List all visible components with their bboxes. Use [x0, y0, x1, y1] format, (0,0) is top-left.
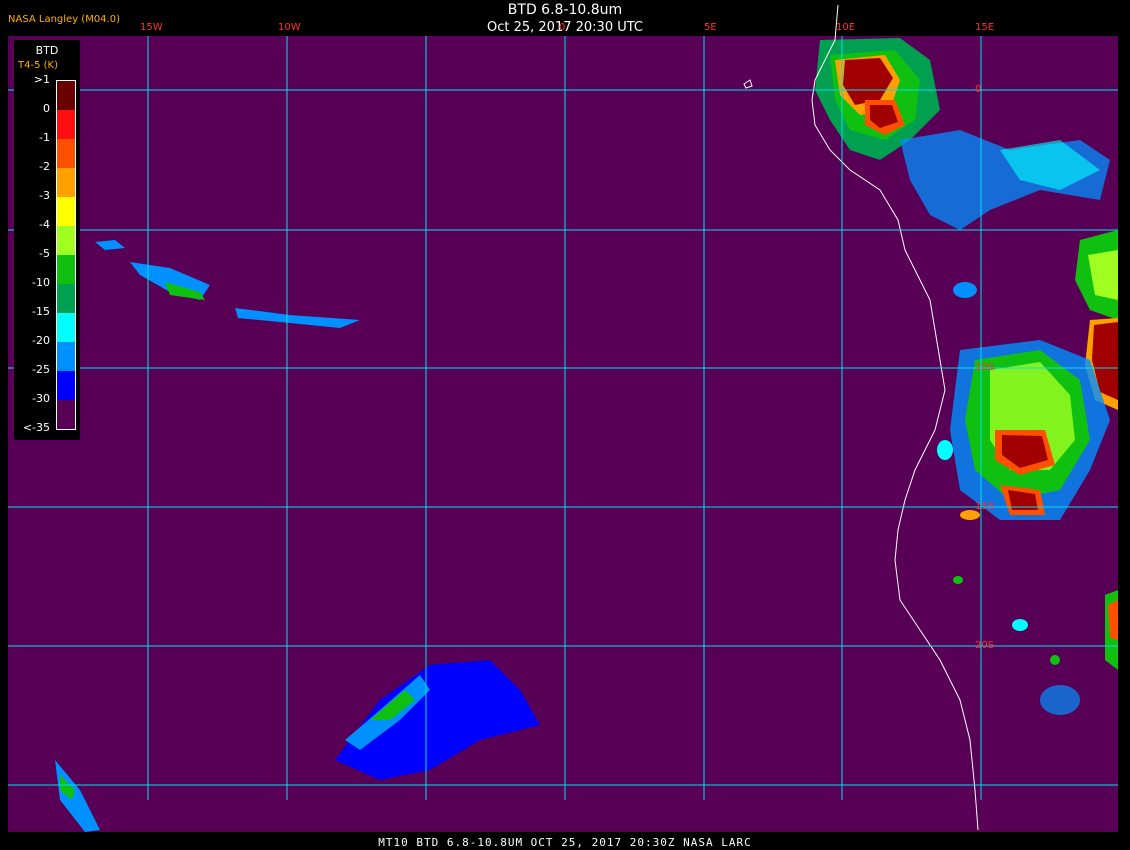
legend-label: -5	[39, 247, 50, 260]
legend-label: -10	[32, 276, 50, 289]
lon-label-10e: 10E	[836, 22, 856, 33]
legend-swatch	[57, 400, 75, 429]
lat-label-20s: 20S	[975, 640, 995, 651]
legend-color-bar	[56, 80, 76, 430]
legend-swatch	[57, 81, 75, 110]
legend-label: -2	[39, 160, 50, 173]
product-title: BTD 6.8-10.8um	[507, 2, 623, 18]
lon-label-0: 0	[559, 22, 566, 33]
lat-label-15s: 15S	[975, 501, 995, 512]
legend-label: -1	[39, 131, 50, 144]
legend-title: BTD	[35, 44, 59, 57]
lon-label-15w: 15W	[140, 22, 163, 33]
legend-swatch	[57, 139, 75, 168]
footer-caption: MT10 BTD 6.8-10.8UM OCT 25, 2017 20:30Z …	[378, 836, 752, 849]
satellite-map	[8, 4, 1118, 832]
legend-label: >1	[33, 73, 50, 86]
legend-label: 0	[43, 102, 50, 115]
lon-label-15e: 15E	[975, 22, 995, 33]
legend-unit: T4-5 (K)	[18, 60, 58, 71]
legend-swatch	[57, 342, 75, 371]
color-legend: BTD T4-5 (K) >1 0 -1 -2 -3 -4 -5 -10 -15 -20 -25 -3…	[14, 40, 80, 440]
lon-label-5e: 5E	[704, 22, 717, 33]
lat-label-10s: 10S	[975, 362, 995, 373]
legend-swatch	[57, 255, 75, 284]
legend-label: -25	[32, 363, 50, 376]
legend-swatch	[57, 168, 75, 197]
lon-label-10w: 10W	[278, 22, 301, 33]
lat-label-0: 0	[975, 84, 982, 95]
legend-swatch	[57, 197, 75, 226]
legend-label: -15	[32, 305, 50, 318]
legend-swatch	[57, 110, 75, 139]
legend-label: -20	[32, 334, 50, 347]
legend-swatch	[57, 371, 75, 400]
legend-swatch	[57, 226, 75, 255]
legend-label: -3	[39, 189, 50, 202]
legend-label: -4	[39, 218, 50, 231]
legend-label: <-35	[22, 421, 50, 434]
legend-label: -30	[32, 392, 50, 405]
legend-swatch	[57, 284, 75, 313]
legend-swatch	[57, 313, 75, 342]
